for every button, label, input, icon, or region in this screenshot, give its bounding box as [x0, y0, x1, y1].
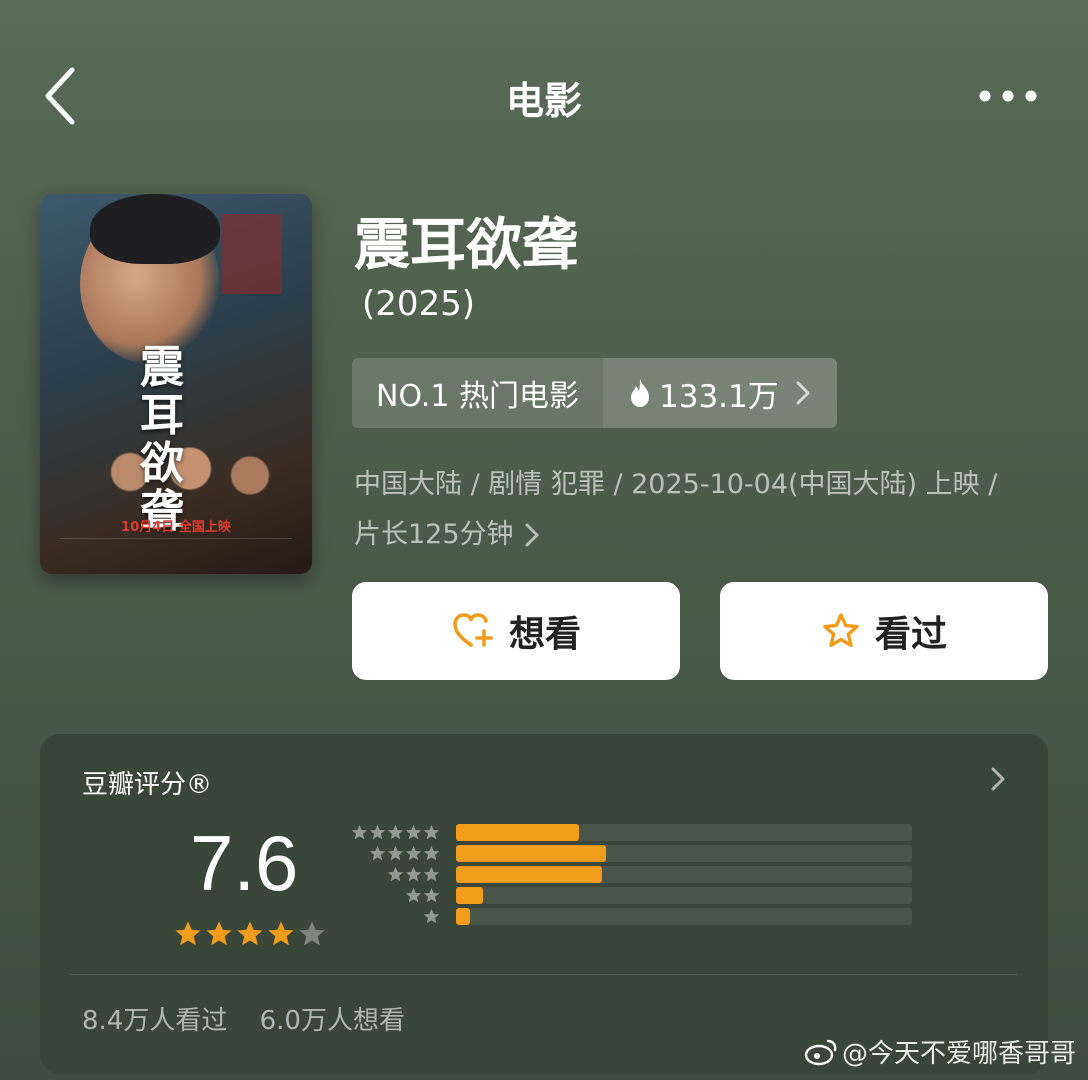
small-star-icon	[405, 866, 422, 882]
rating-counts: 8.4万人看过 6.0万人想看	[82, 1000, 429, 1037]
poster-figure-hair	[90, 194, 220, 264]
small-star-icon	[387, 866, 404, 882]
rating-star-icon	[237, 921, 263, 946]
movie-year: (2025)	[362, 284, 476, 324]
distribution-row-3-star	[346, 866, 916, 884]
weibo-icon	[804, 1039, 837, 1065]
page-title: 电影	[505, 79, 582, 123]
small-star-icon	[369, 845, 386, 861]
distribution-track	[456, 824, 912, 841]
rating-card[interactable]: 豆瓣评分® 7.6 8.4万人看过 6.0万人想看	[40, 734, 1048, 1074]
fire-icon	[631, 379, 649, 407]
distribution-stars	[405, 887, 440, 904]
poster-title: 震耳欲聋	[140, 342, 184, 537]
distribution-stars	[369, 845, 440, 862]
chevron-right-icon	[525, 523, 539, 547]
rating-stars	[174, 920, 326, 948]
distribution-stars	[351, 824, 440, 841]
distribution-row-1-star	[346, 908, 916, 926]
movie-poster[interactable]: 震耳欲聋 10月4日 全国上映	[40, 194, 312, 574]
distribution-stars	[423, 908, 440, 925]
small-star-icon	[387, 845, 404, 861]
meta-line-2: 片长125分钟	[354, 510, 1054, 560]
rating-star-icon	[206, 921, 232, 946]
small-star-icon	[423, 824, 440, 840]
divider	[70, 974, 1018, 975]
watermark-text: @今天不爱哪香哥哥	[841, 1039, 1076, 1069]
want-count: 6.0万人想看	[259, 1006, 405, 1036]
small-star-icon	[351, 824, 368, 840]
heat-score[interactable]: 133.1万	[603, 358, 837, 428]
poster-decoration	[222, 214, 282, 294]
more-dots-icon	[979, 90, 1037, 102]
rating-star-icon	[175, 921, 201, 946]
distribution-stars	[387, 866, 440, 883]
heat-value: 133.1万	[659, 378, 779, 415]
distribution-row-4-star	[346, 845, 916, 863]
distribution-row-2-star	[346, 887, 916, 905]
rank-badge[interactable]: NO.1 热门电影 133.1万	[352, 358, 837, 428]
more-button[interactable]	[978, 86, 1038, 106]
small-star-icon	[387, 824, 404, 840]
chevron-right-icon	[991, 767, 1005, 791]
distribution-bar	[456, 845, 607, 862]
distribution-bar	[456, 908, 470, 925]
small-star-icon	[423, 845, 440, 861]
poster-cast-figures	[100, 444, 300, 514]
distribution-bar	[456, 866, 602, 883]
small-star-icon	[423, 887, 440, 903]
movie-meta[interactable]: 中国大陆 / 剧情 犯罪 / 2025-10-04(中国大陆) 上映 / 片长1…	[354, 460, 1054, 560]
rank-label: NO.1 热门电影	[352, 358, 603, 428]
distribution-row-5-star	[346, 824, 916, 842]
heart-plus-icon	[453, 613, 493, 647]
star-icon	[823, 613, 859, 648]
watched-label: 看过	[874, 614, 947, 655]
want-to-watch-button[interactable]: 想看	[352, 582, 680, 680]
distribution-track	[456, 908, 912, 925]
want-to-watch-label: 想看	[508, 614, 581, 655]
rating-score: 7.6	[190, 819, 299, 907]
poster-release-date: 10月4日 全国上映	[121, 520, 231, 535]
small-star-icon	[423, 866, 440, 882]
small-star-icon	[405, 845, 422, 861]
small-star-icon	[405, 887, 422, 903]
small-star-icon	[405, 824, 422, 840]
distribution-track	[456, 887, 912, 904]
distribution-bar	[456, 887, 484, 904]
rating-star-icon	[299, 921, 325, 946]
watched-button[interactable]: 看过	[720, 582, 1048, 680]
rating-heading: 豆瓣评分®	[82, 770, 213, 800]
duration-text: 片长125分钟	[354, 519, 514, 550]
seen-count: 8.4万人看过	[82, 1006, 228, 1036]
rating-star-icon	[268, 921, 294, 946]
poster-credits	[60, 538, 292, 561]
small-star-icon	[423, 908, 440, 924]
watermark: @今天不爱哪香哥哥	[804, 1033, 1076, 1070]
small-star-icon	[369, 824, 386, 840]
distribution-track	[456, 845, 912, 862]
distribution-track	[456, 866, 912, 883]
chevron-right-icon	[796, 381, 810, 405]
meta-line-1: 中国大陆 / 剧情 犯罪 / 2025-10-04(中国大陆) 上映 /	[354, 469, 998, 500]
distribution-bar	[456, 824, 580, 841]
movie-title: 震耳欲聋	[354, 213, 578, 278]
